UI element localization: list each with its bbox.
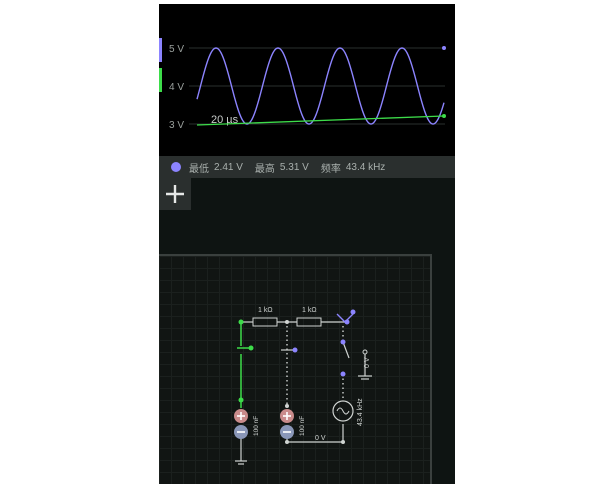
r1-label: 1 kΩ: [258, 307, 273, 314]
node-c1-top: [238, 397, 244, 403]
ac-source-wave: [336, 407, 350, 415]
add-component-button[interactable]: [159, 178, 191, 210]
probe-voltage-label: 0 V: [364, 357, 371, 368]
toggle-node-bottom: [340, 371, 346, 377]
node-bottom-right: [341, 440, 345, 444]
node-switch-a: [248, 345, 254, 351]
resistor-r2: [296, 317, 322, 327]
node-top-left: [238, 319, 244, 325]
node-c2-top: [285, 404, 289, 408]
simulator-app: 5 V 4 V 3 V 20 µs 最低 2.41 V 最高 5.31 V 频率…: [159, 4, 455, 484]
c2-label: 100 nF: [299, 416, 306, 436]
node-bottom-mid: [285, 440, 289, 444]
min-value: 2.41 V: [214, 161, 243, 173]
switch-node-a: [350, 309, 356, 315]
plus-icon: [166, 185, 184, 203]
r2-label: 1 kΩ: [302, 307, 317, 314]
freq-label: 频率: [320, 163, 341, 175]
ground-voltage-label: 0 V: [315, 435, 326, 442]
voltage-channel-dot[interactable]: [171, 162, 181, 172]
toggle-node-top: [340, 339, 346, 345]
reference-trace-end: [442, 114, 446, 118]
max-label: 最高: [254, 163, 275, 175]
source-freq-label: 43.4 kHz: [357, 398, 364, 426]
c1-label: 100 nF: [253, 416, 260, 436]
freq-value: 43.4 kHz: [345, 161, 386, 173]
toggle-switch-lever: [342, 341, 350, 359]
circuit-schematic: 1 kΩ 1 kΩ 0 V 43.4 kHz 100 nF 100 nF 0 V: [234, 307, 372, 465]
scope-readout-bar: 最低 2.41 V 最高 5.31 V 频率 43.4 kHz: [159, 156, 455, 178]
oscilloscope-view[interactable]: 5 V 4 V 3 V 20 µs: [159, 4, 455, 156]
probe-node: [362, 349, 368, 355]
circuit-canvas[interactable]: 1 kΩ 1 kΩ 0 V 43.4 kHz 100 nF 100 nF 0 V: [159, 254, 432, 484]
node-r1-r2: [285, 320, 289, 324]
node-center: [292, 347, 298, 353]
voltage-trace-end: [442, 46, 446, 50]
node-right-top: [344, 319, 350, 325]
resistor-r1: [252, 317, 278, 327]
max-value: 5.31 V: [279, 161, 309, 173]
min-label: 最低: [189, 163, 209, 175]
scope-traces: [189, 46, 446, 126]
